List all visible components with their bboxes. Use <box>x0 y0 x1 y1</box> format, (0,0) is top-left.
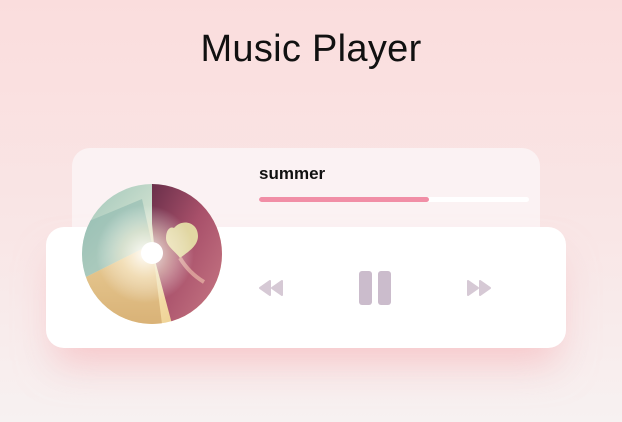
fast-forward-icon <box>467 280 491 296</box>
progress-bar-fill <box>259 197 430 202</box>
playback-controls <box>0 271 622 305</box>
page-title: Music Player <box>200 28 422 70</box>
rewind-button[interactable] <box>254 271 288 305</box>
track-title: summer <box>259 164 326 183</box>
fast-forward-button[interactable] <box>462 271 496 305</box>
progress-bar[interactable] <box>259 197 529 202</box>
pause-icon <box>359 271 391 305</box>
rewind-icon <box>259 280 283 296</box>
pause-button[interactable] <box>357 271 393 305</box>
